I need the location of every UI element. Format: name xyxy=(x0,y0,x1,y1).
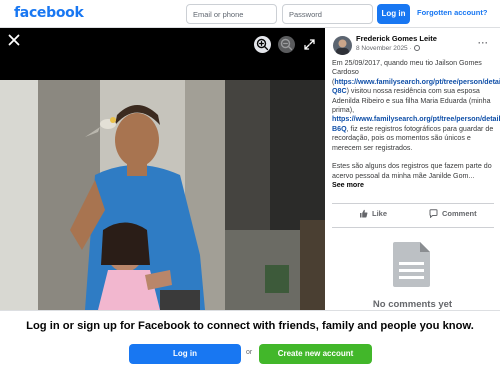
post-details-panel: Frederick Gomes Leite 8 November 2025 · … xyxy=(325,28,500,310)
post-date-text: 8 November 2025 · xyxy=(356,45,412,52)
post-text-part: , fiz este registros fotográficos para g… xyxy=(332,124,494,152)
comment-button[interactable]: Comment xyxy=(429,209,477,219)
globe-icon xyxy=(413,45,420,51)
thumbs-up-icon xyxy=(360,209,368,218)
email-field[interactable]: Email or phone xyxy=(186,4,277,24)
top-navigation-bar: facebook Email or phone Password Log in … xyxy=(0,0,500,28)
comment-label: Comment xyxy=(442,209,477,218)
post-text: Em 25/09/2017, quando meu tio Jailson Go… xyxy=(332,59,500,191)
login-prompt-footer: Log in or sign up for Facebook to connec… xyxy=(0,310,500,375)
photo-viewer xyxy=(0,28,325,310)
post-photo xyxy=(0,80,325,310)
post-date[interactable]: 8 November 2025 · xyxy=(356,45,420,52)
see-more-link[interactable]: See more xyxy=(332,181,496,190)
facebook-logo[interactable]: facebook xyxy=(14,5,84,21)
comment-icon xyxy=(429,209,438,219)
like-button[interactable]: Like xyxy=(359,209,387,218)
no-comments-message: No comments yet xyxy=(372,299,453,310)
zoom-out-icon[interactable] xyxy=(278,36,295,53)
header-login-button[interactable]: Log in xyxy=(377,4,410,24)
post-author[interactable]: Frederick Gomes Leite xyxy=(356,34,437,43)
post-text-part: ) visitou nossa residência com sua espos… xyxy=(332,87,491,115)
footer-login-button[interactable]: Log in xyxy=(129,344,241,364)
zoom-in-icon[interactable] xyxy=(254,36,271,53)
password-field[interactable]: Password xyxy=(282,4,373,24)
document-icon xyxy=(393,242,430,287)
signup-prompt-text: Log in or sign up for Facebook to connec… xyxy=(26,320,474,332)
divider xyxy=(332,227,494,228)
more-options-icon[interactable]: ··· xyxy=(478,38,489,48)
divider xyxy=(332,203,494,204)
like-label: Like xyxy=(372,209,388,218)
post-text-part: Estes são alguns dos registros que fazem… xyxy=(332,162,492,180)
create-account-button[interactable]: Create new account xyxy=(259,344,372,364)
or-separator: or xyxy=(246,349,253,356)
close-icon[interactable] xyxy=(8,34,20,46)
expand-icon[interactable] xyxy=(304,39,315,50)
avatar[interactable] xyxy=(333,36,352,55)
forgot-account-link[interactable]: Forgotten account? xyxy=(417,8,487,17)
